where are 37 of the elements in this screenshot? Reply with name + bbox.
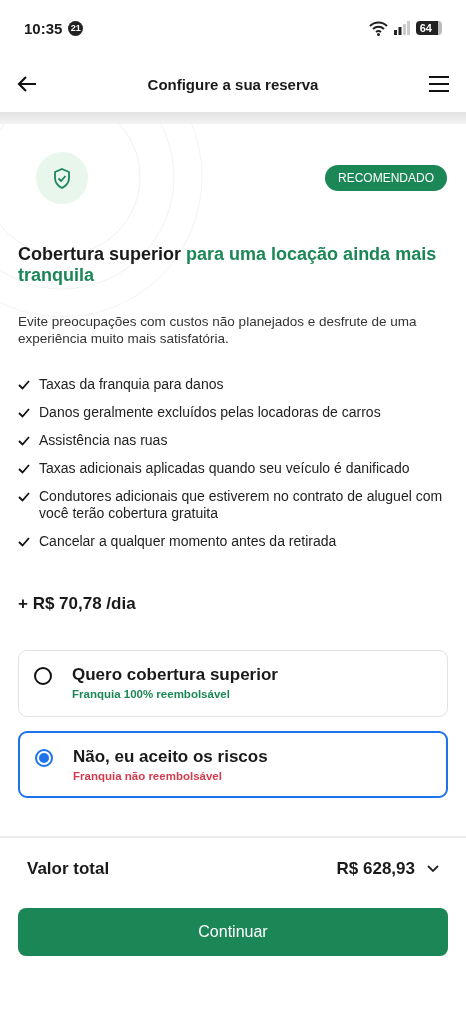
total-label: Valor total	[27, 859, 111, 879]
option-label: Quero cobertura superior	[72, 665, 278, 685]
shield-check-icon	[53, 167, 71, 189]
benefit-text: Condutores adicionais que estiverem no contrato de aluguel com você terão cobertura gratuita	[39, 488, 444, 522]
check-icon	[18, 537, 30, 547]
menu-button[interactable]	[428, 75, 450, 93]
radio-button[interactable]	[35, 749, 53, 767]
check-icon	[18, 492, 30, 502]
continue-button[interactable]: Continuar	[18, 908, 448, 956]
notification-count: 21	[68, 20, 84, 36]
coverage-title: Cobertura superior para uma locação ainda mais tranquila	[18, 244, 438, 286]
page-title: Configure a sua reserva	[146, 75, 320, 93]
wifi-icon	[368, 20, 388, 36]
check-icon	[18, 408, 30, 418]
back-button[interactable]	[16, 75, 38, 93]
benefit-text: Cancelar a qualquer momento antes da retirada	[39, 533, 337, 550]
option-note: Franquia 100% reembolsável	[72, 688, 231, 700]
coverage-description: Evite preocupações com custos não planejados e desfrute de uma experiência muito mais satisfatória.	[18, 313, 418, 347]
daily-price: + R$ 70,78 /dia	[18, 594, 137, 614]
clock-time: 10:35	[24, 19, 63, 37]
check-icon	[18, 436, 30, 446]
check-icon	[18, 380, 30, 390]
battery-level: 64	[415, 21, 442, 35]
check-icon	[18, 464, 30, 474]
benefit-text: Taxas da franquia para danos	[39, 376, 224, 393]
recommended-badge: RECOMENDADO	[325, 165, 447, 191]
option-card[interactable]: Quero cobertura superior Franquia 100% reembolsável	[18, 650, 448, 717]
option-note: Franquia não reembolsável	[73, 770, 223, 782]
benefit-text: Danos geralmente excluídos pelas locadoras de carros	[39, 404, 381, 421]
option-card[interactable]: Não, eu aceito os riscos Franquia não reembolsável	[18, 731, 448, 798]
benefit-text: Taxas adicionais aplicadas quando seu veículo é danificado	[39, 460, 410, 477]
chevron-down-icon[interactable]	[427, 865, 439, 873]
total-value: R$ 628,93	[336, 859, 415, 879]
benefit-text: Assistência nas ruas	[39, 432, 168, 449]
option-label: Não, eu aceito os riscos	[73, 747, 268, 767]
radio-button[interactable]	[34, 667, 52, 685]
signal-icon	[393, 21, 410, 35]
